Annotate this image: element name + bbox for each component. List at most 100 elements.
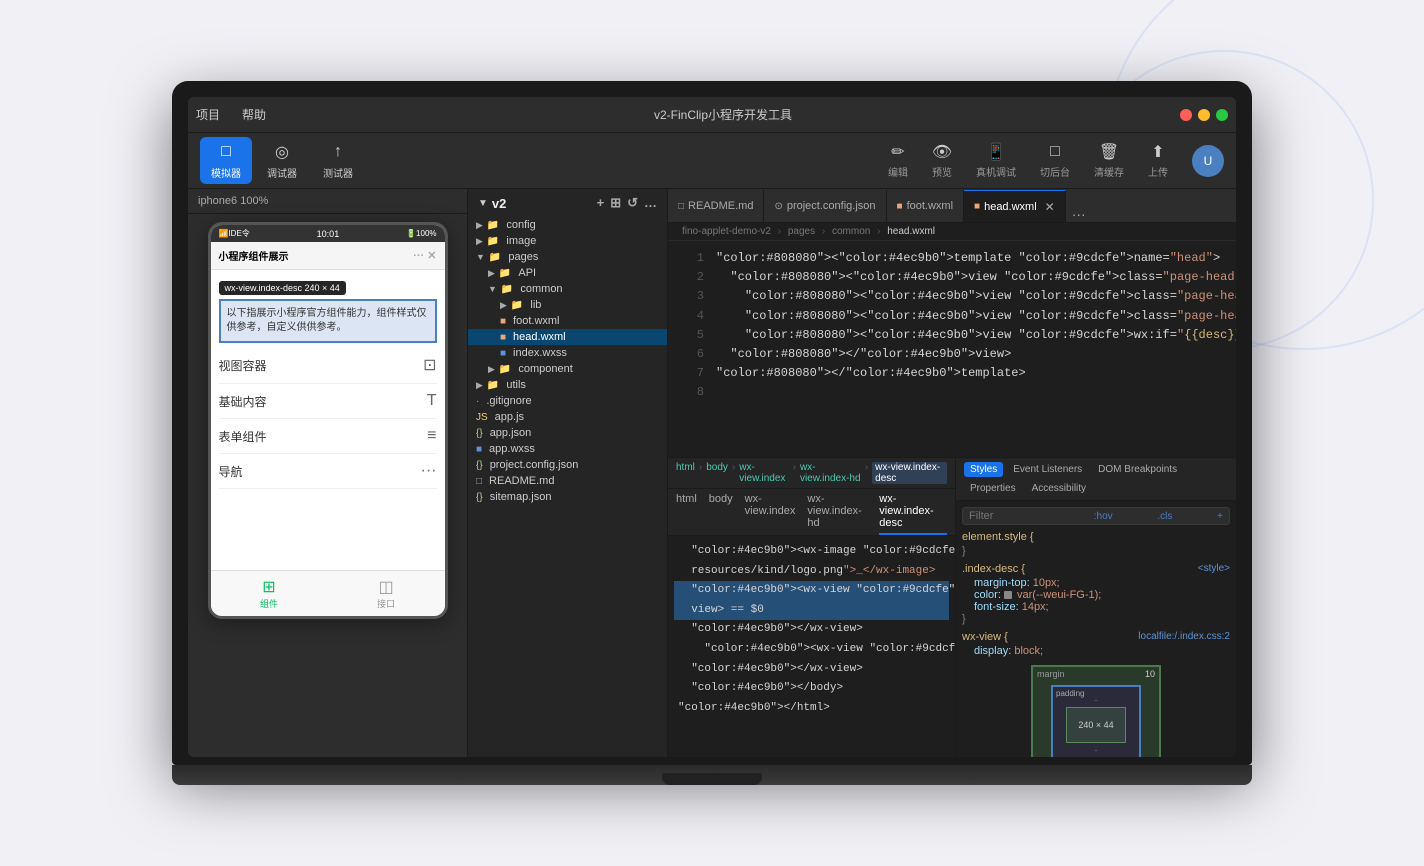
elem-html[interactable]: html: [676, 462, 695, 484]
simulator-button[interactable]: □ 模拟器: [200, 137, 252, 184]
tree-item-head-wxml[interactable]: ■head.wxml: [468, 329, 667, 345]
phone-content: wx-view.index-desc 240 × 44 以下指展示小程序官方组件…: [211, 270, 445, 570]
html-line-7: "color:#4ec9b0"></body>: [674, 679, 949, 699]
pseudo-add[interactable]: +: [1217, 511, 1223, 522]
style-rule-header: .index-desc { <style>: [962, 563, 1230, 577]
pseudo-hov[interactable]: :hov: [1094, 511, 1113, 522]
window-title: v2-FinClip小程序开发工具: [266, 106, 1180, 123]
html-view-tabs: html body wx-view.index wx-view.index-hd…: [668, 489, 955, 536]
html-line-3: view> == $0: [674, 601, 949, 621]
title-bar: 项目 帮助 v2-FinClip小程序开发工具: [188, 97, 1236, 133]
phone-menu-icon[interactable]: ··· ✕: [413, 249, 436, 262]
tree-item-pages[interactable]: ▼📁pages: [468, 249, 667, 265]
tree-item-index-wxss[interactable]: ■index.wxss: [468, 345, 667, 361]
title-text: v2-FinClip小程序开发工具: [654, 108, 792, 122]
json-icon: {}: [476, 460, 483, 471]
pseudo-cls[interactable]: .cls: [1157, 511, 1172, 522]
new-folder-icon[interactable]: ⊞: [610, 195, 621, 211]
tree-item-image[interactable]: ▶📁image: [468, 233, 667, 249]
minimize-button[interactable]: [1198, 109, 1210, 121]
action-background[interactable]: □ 切后台: [1032, 138, 1078, 183]
style-prop-color: color: var(--weui-FG-1);: [962, 589, 1230, 601]
tab-more[interactable]: ···: [1066, 206, 1092, 222]
styles-tab-styles[interactable]: Styles: [964, 462, 1003, 477]
elem-wx-view-index-desc[interactable]: wx-view.index-desc: [872, 462, 947, 484]
code-line-8: 8: [668, 383, 1236, 402]
style-source-link[interactable]: <style>: [1198, 563, 1230, 577]
menu-project[interactable]: 项目: [196, 106, 220, 123]
tree-item-config[interactable]: ▶📁config: [468, 217, 667, 233]
line-content: "color:#808080"><"color:#4ec9b0">view "c…: [716, 268, 1236, 287]
elem-wx-view-index-hd[interactable]: wx-view.index-hd: [800, 462, 861, 484]
test-button[interactable]: ↑ 测试器: [312, 137, 364, 184]
styles-filter-input[interactable]: [969, 510, 1049, 522]
html-code-panel: "color:#4ec9b0"><wx-image "color:#9cdcfe…: [668, 536, 955, 757]
elem-sep-4: ›: [865, 462, 868, 484]
tree-item-API[interactable]: ▶📁API: [468, 265, 667, 281]
nav-item-components[interactable]: ⊞ 组件: [211, 575, 328, 612]
debugger-button[interactable]: ◎ 调试器: [256, 137, 308, 184]
collapse-icon[interactable]: …: [644, 195, 657, 211]
laptop-base: [172, 765, 1252, 785]
element-tooltip: wx-view.index-desc 240 × 44: [219, 281, 346, 295]
styles-tab-events[interactable]: Event Listeners: [1007, 462, 1088, 477]
code-editor[interactable]: 1"color:#808080"><"color:#4ec9b0">templa…: [668, 241, 1236, 457]
menu-help[interactable]: 帮助: [242, 106, 266, 123]
styles-tab-props[interactable]: Properties: [964, 481, 1022, 496]
html-tab-wx-view-index[interactable]: wx-view.index: [745, 489, 796, 535]
tree-item--gitignore[interactable]: ·.gitignore: [468, 393, 667, 409]
clear-cache-icon: 🗑: [1099, 142, 1119, 162]
tree-item-foot-wxml[interactable]: ■foot.wxml: [468, 313, 667, 329]
tab-close-head[interactable]: ✕: [1045, 200, 1055, 214]
tab-foot-wxml[interactable]: ■ foot.wxml: [887, 190, 965, 222]
action-preview[interactable]: 👁 预览: [924, 138, 960, 183]
nav-item-api[interactable]: ◫ 接口: [328, 575, 445, 612]
user-avatar[interactable]: U: [1192, 145, 1224, 177]
tree-item-common[interactable]: ▼📁common: [468, 281, 667, 297]
html-tab-wx-view-hd[interactable]: wx-view.index-hd: [807, 489, 867, 535]
html-tab-wx-view-desc[interactable]: wx-view.index-desc: [879, 489, 947, 535]
box-inner: padding - 240 × 44 -: [1051, 685, 1141, 757]
style-prop-margin: margin-top: 10px;: [962, 577, 1230, 589]
tree-item-app-json[interactable]: {}app.json: [468, 425, 667, 441]
tree-item-utils[interactable]: ▶📁utils: [468, 377, 667, 393]
tree-item-sitemap-json[interactable]: {}sitemap.json: [468, 489, 667, 505]
styles-tab-accessibility[interactable]: Accessibility: [1026, 481, 1092, 496]
action-edit[interactable]: ✏ 编辑: [880, 138, 916, 183]
prop-margin-top: margin-top:: [974, 577, 1030, 589]
tree-item-README-md[interactable]: □README.md: [468, 473, 667, 489]
action-clear-cache[interactable]: 🗑 清缓存: [1086, 138, 1132, 183]
new-file-icon[interactable]: +: [597, 195, 605, 211]
tree-item-label: lib: [530, 299, 541, 311]
tree-item-component[interactable]: ▶📁component: [468, 361, 667, 377]
tab-readme[interactable]: □ README.md: [668, 190, 764, 222]
section-title-2: 表单组件: [219, 428, 267, 445]
folder-arrow-icon: ▼: [476, 252, 485, 262]
tab-project-config[interactable]: ⊙ project.config.json: [764, 190, 886, 222]
elem-body[interactable]: body: [706, 462, 728, 484]
tree-item-project-config-json[interactable]: {}project.config.json: [468, 457, 667, 473]
root-label[interactable]: v2: [492, 196, 506, 211]
html-tab-body[interactable]: body: [709, 489, 733, 535]
box-model: margin 10 padding - 240 × 44: [1031, 665, 1161, 757]
tree-item-label: common: [520, 283, 562, 295]
edit-icon: ✏: [888, 142, 908, 162]
html-tab-html[interactable]: html: [676, 489, 697, 535]
close-button[interactable]: [1180, 109, 1192, 121]
styles-tabs: Styles Event Listeners DOM Breakpoints P…: [956, 458, 1236, 501]
maximize-button[interactable]: [1216, 109, 1228, 121]
elem-wx-view-index[interactable]: wx-view.index: [739, 462, 788, 484]
action-device-debug[interactable]: 📱 真机调试: [968, 138, 1024, 183]
code-line-5: 5 "color:#808080"><"color:#4ec9b0">view …: [668, 326, 1236, 345]
tree-item-app-wxss[interactable]: ■app.wxss: [468, 441, 667, 457]
tab-head-wxml[interactable]: ■ head.wxml ✕: [964, 190, 1066, 222]
status-time: 10:01: [317, 229, 340, 239]
wxss-icon: ■: [500, 348, 506, 359]
action-upload[interactable]: ⬆ 上传: [1140, 138, 1176, 183]
styles-tab-dom[interactable]: DOM Breakpoints: [1092, 462, 1183, 477]
wx-view-source[interactable]: localfile:/.index.css:2: [1138, 631, 1230, 645]
tree-item-lib[interactable]: ▶📁lib: [468, 297, 667, 313]
val-margin-top: 10px;: [1033, 577, 1060, 589]
tree-item-app-js[interactable]: JSapp.js: [468, 409, 667, 425]
refresh-icon[interactable]: ↺: [627, 195, 638, 211]
